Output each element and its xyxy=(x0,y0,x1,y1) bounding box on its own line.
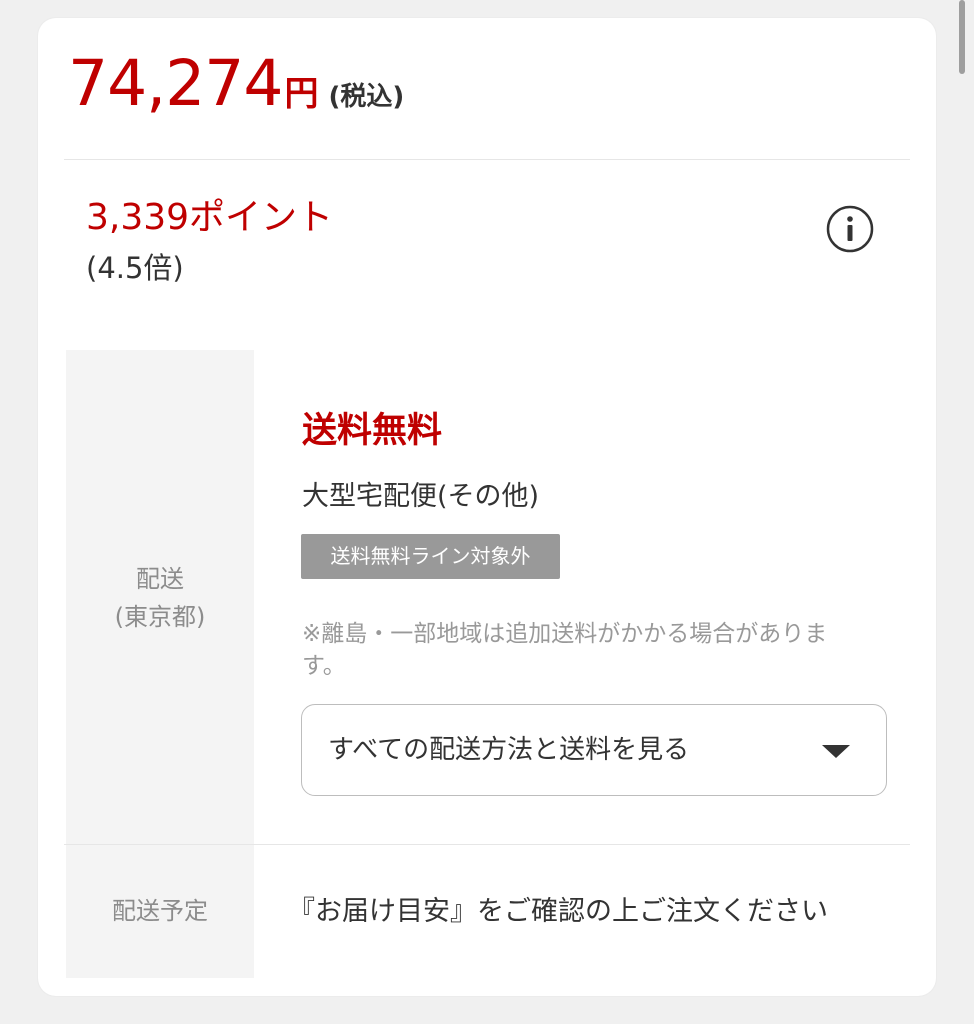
points-rate: (4.5倍) xyxy=(86,251,184,285)
shipping-label-column xyxy=(66,350,254,978)
free-shipping-label: 送料無料 xyxy=(302,411,443,451)
points-amount: 3,339ポイント xyxy=(86,197,334,238)
tax-included-note: (税込) xyxy=(328,82,405,112)
schedule-label: 配送予定 xyxy=(112,897,208,925)
delivery-type: 大型宅配便(その他) xyxy=(302,481,540,512)
schedule-text: 『お届け目安』をご確認の上ご注文ください xyxy=(288,896,828,927)
shipping-label: 配送 (東京都) xyxy=(66,560,254,636)
shipping-methods-dropdown-label: すべての配送方法と送料を見る xyxy=(328,735,690,765)
shipping-label-title: 配送 xyxy=(136,565,184,593)
price-divider xyxy=(64,159,910,160)
shipping-methods-dropdown[interactable]: すべての配送方法と送料を見る xyxy=(301,704,887,796)
schedule-divider xyxy=(64,844,910,845)
caret-down-icon xyxy=(822,745,850,758)
price-unit: 円 xyxy=(284,74,319,114)
scrollbar[interactable] xyxy=(959,0,965,74)
info-icon[interactable] xyxy=(826,205,874,253)
additional-shipping-note: ※離島・一部地域は追加送料がかかる場合があります。 xyxy=(302,621,828,679)
price-row: 74,274 円 (税込) xyxy=(68,52,404,115)
shipping-line-badge: 送料無料ライン対象外 xyxy=(301,534,560,579)
shipping-label-region: (東京都) xyxy=(114,603,206,631)
price-amount: 74,274 xyxy=(68,47,283,120)
